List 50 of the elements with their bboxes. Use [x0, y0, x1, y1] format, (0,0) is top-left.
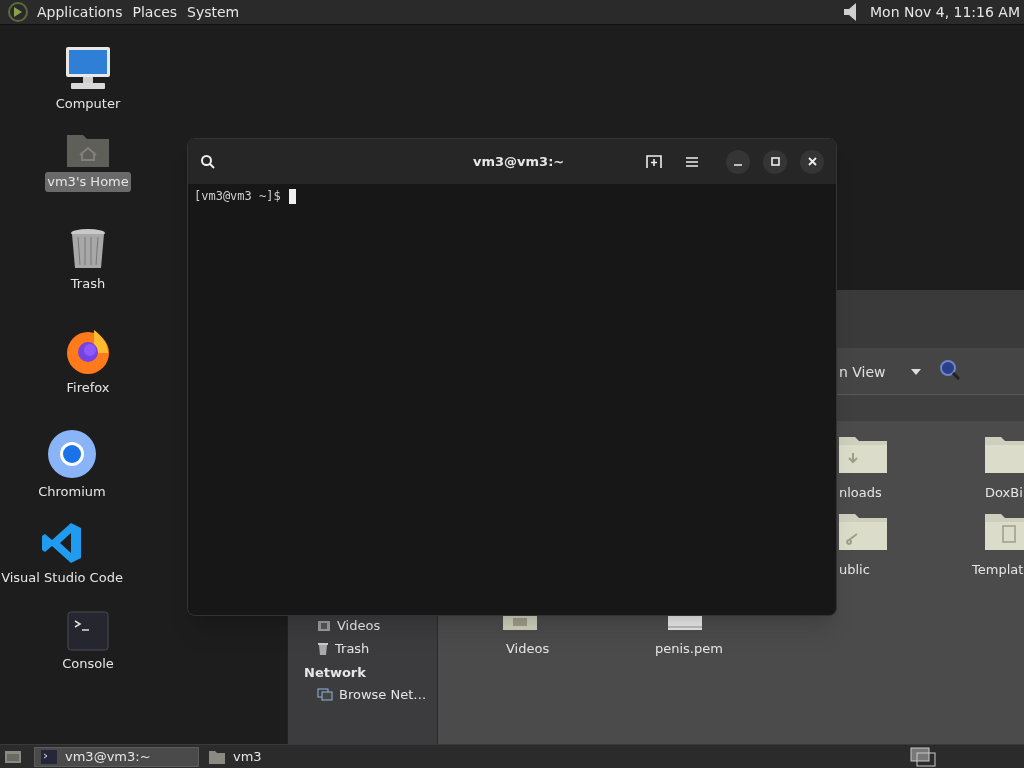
panel-menu[interactable]: Places — [127, 1, 183, 23]
file-label[interactable]: Videos — [506, 639, 550, 659]
file-label[interactable]: nloads — [839, 483, 882, 503]
file-label[interactable]: ublic — [839, 560, 870, 580]
film-icon — [317, 620, 331, 632]
file-label[interactable]: DoxBi — [985, 483, 1023, 503]
minimize-icon — [734, 163, 742, 166]
shell-prompt: [vm3@vm3 ~]$ — [194, 188, 281, 205]
maximize-icon — [770, 157, 780, 166]
code-editor-icon — [40, 521, 84, 565]
trash-icon — [68, 227, 108, 271]
panel-menu[interactable]: System — [182, 1, 245, 23]
distro-logo-icon — [7, 1, 29, 23]
desktop-icon-label[interactable]: vm3's Home — [45, 172, 131, 192]
new-tab-icon[interactable] — [646, 154, 662, 169]
taskbar-button[interactable]: vm3@vm3:~ — [34, 746, 199, 767]
taskbar-button[interactable]: vm3 — [203, 746, 368, 767]
panel-menu[interactable]: Applications — [32, 1, 128, 23]
desktop-icon-label[interactable]: Trash — [68, 274, 108, 294]
chromium-icon — [47, 429, 97, 479]
desktop-icon-label[interactable]: Console — [60, 654, 116, 674]
file-label[interactable]: Templat — [972, 560, 1024, 580]
terminal-icon — [67, 611, 109, 651]
minimize-button[interactable] — [726, 149, 750, 174]
search-icon[interactable] — [200, 153, 216, 170]
trash-icon — [317, 642, 329, 656]
view-dropdown[interactable]: n View — [839, 362, 886, 383]
desktop-icon-label[interactable]: Chromium — [36, 482, 108, 502]
sidebar-item[interactable]: Videos — [305, 617, 427, 635]
desktop-icon-label[interactable]: Visual Studio Code — [0, 568, 125, 588]
clock[interactable]: Mon Nov 4, 11:16 AM — [870, 1, 1020, 23]
window-title: vm3@vm3:~ — [473, 152, 565, 171]
sidebar-item[interactable]: Trash — [305, 640, 427, 658]
menu-icon[interactable] — [686, 156, 698, 167]
desktop-icon-label[interactable]: Computer — [53, 94, 123, 114]
close-icon — [807, 157, 817, 166]
desktop-icon-label[interactable]: Firefox — [64, 378, 112, 398]
workspace-switcher-icon[interactable] — [910, 746, 936, 767]
terminal-icon — [41, 749, 57, 764]
network-icon — [317, 688, 333, 702]
caret-icon — [911, 369, 921, 375]
sidebar-header: Network — [304, 664, 367, 681]
show-desktop-icon[interactable] — [4, 748, 22, 765]
maximize-button[interactable] — [763, 149, 787, 174]
file-label[interactable]: penis.pem — [655, 639, 723, 659]
close-button[interactable] — [800, 149, 824, 174]
firefox-icon — [64, 327, 112, 375]
monitor-icon — [63, 45, 113, 91]
sidebar-item[interactable]: Browse Net… — [305, 686, 427, 704]
text-cursor — [288, 188, 296, 204]
